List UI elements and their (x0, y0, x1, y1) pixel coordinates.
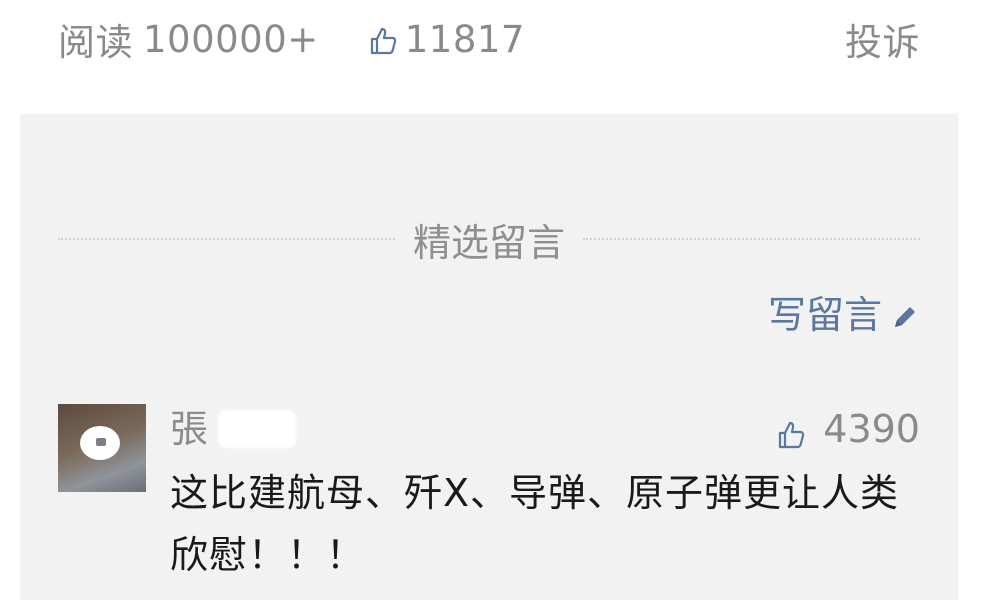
article-like-button[interactable]: 11817 (367, 18, 525, 61)
comment-item: 張 4390 这比建航母、歼X、导弹、原子弹更让人类欣慰！！！ (58, 404, 920, 600)
divider-line-right (583, 238, 921, 240)
avatar-mask (80, 426, 120, 460)
read-label: 阅读 (58, 21, 133, 64)
thumbs-up-icon (775, 413, 807, 449)
comments-panel: 精选留言 写留言 張 4390 这比建航母、歼X、导弹、原子弹更让人类欣慰！！！ (20, 114, 958, 600)
divider-line-left (58, 238, 395, 240)
thumbs-up-icon (367, 23, 399, 55)
article-like-value: 11817 (404, 17, 525, 61)
pencil-icon (890, 297, 920, 327)
name-redaction (218, 410, 296, 448)
comment-like-button[interactable]: 4390 (775, 404, 920, 454)
read-count: 阅读 100000+ (58, 12, 319, 66)
section-title: 精选留言 (413, 220, 566, 265)
comment-like-count: 4390 (823, 407, 920, 451)
article-stats-row: 阅读 100000+ 11817 投诉 (58, 10, 920, 68)
section-divider: 精选留言 (58, 214, 921, 265)
write-comment-button[interactable]: 写留言 (768, 284, 920, 339)
article-footer-page: 阅读 100000+ 11817 投诉 精选留言 写留言 張 4390 这比建航… (0, 0, 986, 600)
comment-text: 这比建航母、歼X、导弹、原子弹更让人类欣慰！！！ (170, 471, 900, 577)
read-value: 100000+ (143, 17, 319, 61)
write-comment-label: 写留言 (767, 293, 882, 337)
commenter-name[interactable]: 張 (170, 404, 208, 454)
avatar[interactable] (58, 404, 146, 492)
report-link[interactable]: 投诉 (845, 12, 920, 66)
